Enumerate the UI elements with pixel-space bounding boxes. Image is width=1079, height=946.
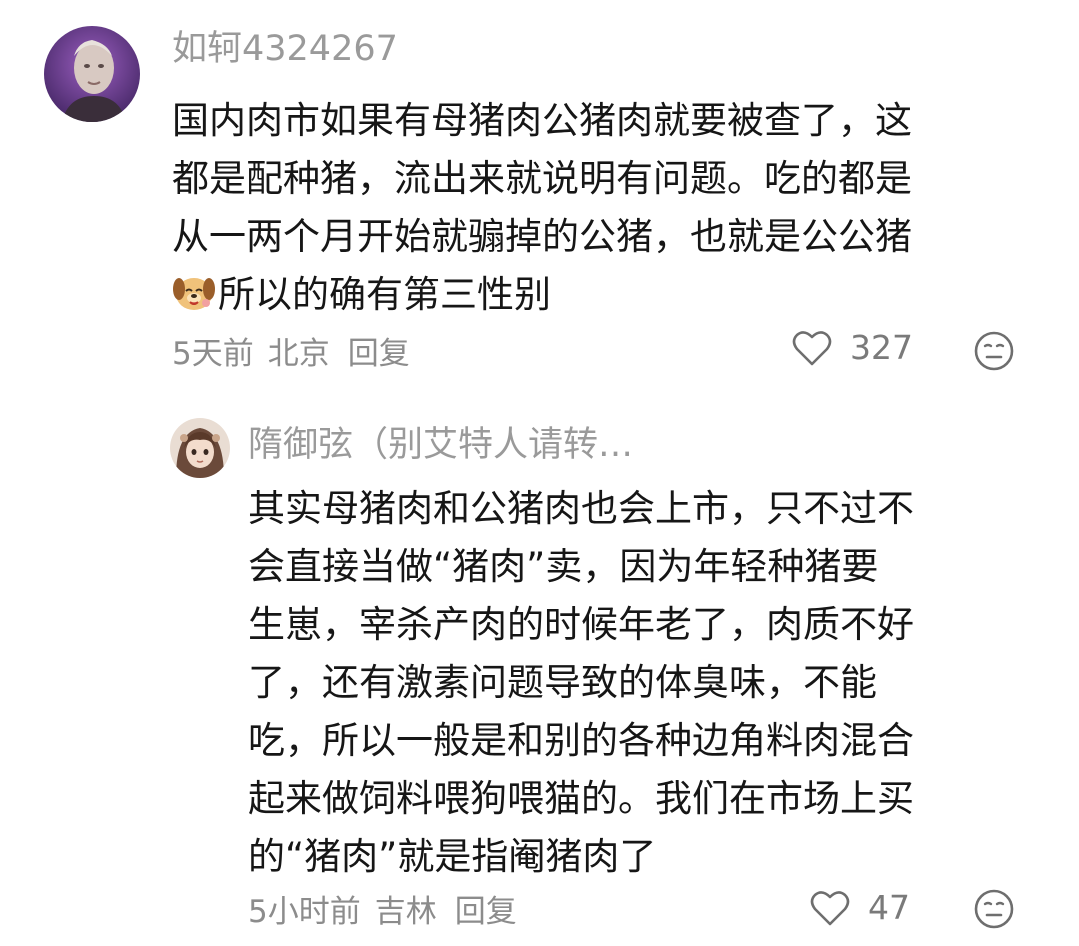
reply-button[interactable]: 回复 <box>348 336 410 372</box>
like-count: 327 <box>850 328 913 367</box>
heart-icon <box>792 330 832 365</box>
puppy-emoji-icon <box>173 278 215 310</box>
avatar[interactable] <box>44 26 140 122</box>
dislike-button[interactable] <box>973 888 1015 934</box>
reply-line: 其实母猪肉和公猪肉也会上市，只不过不 <box>248 487 914 530</box>
comment-line-text: 所以的确有第三性别 <box>218 273 551 316</box>
reply-time: 5小时前 <box>248 894 361 930</box>
reply-line: 了，还有激素问题导致的体臭味，不能 <box>248 661 877 704</box>
reply-meta: 5小时前 吉林 回复 <box>248 886 531 931</box>
comment-time: 5天前 <box>172 336 254 372</box>
comment-username[interactable]: 如轲4324267 <box>172 26 398 72</box>
dislike-button[interactable] <box>973 330 1015 376</box>
frown-face-icon <box>974 889 1014 929</box>
avatar[interactable] <box>170 418 230 478</box>
comment-line: 国内肉市如果有母猪肉公猪肉就要被查了，这 <box>172 99 912 142</box>
reply-body: 其实母猪肉和公猪肉也会上市，只不过不 会直接当做“猪肉”卖，因为年轻种猪要 生崽… <box>248 480 1038 886</box>
reply-line: 的“猪肉”就是指阉猪肉了 <box>248 835 657 878</box>
comment-item: 如轲4324267 国内肉市如果有母猪肉公猪肉就要被查了，这 都是配种猪，流出来… <box>0 0 1079 400</box>
reply-line: 会直接当做“猪肉”卖，因为年轻种猪要 <box>248 545 879 588</box>
reply-line: 吃，所以一般是和别的各种边角料肉混合 <box>248 719 914 762</box>
portrait-avatar-image <box>44 26 140 122</box>
like-button[interactable]: 47 <box>810 888 910 927</box>
reply-username[interactable]: 隋御弦（别艾特人请转… <box>248 420 768 470</box>
anime-girl-avatar-image <box>170 418 230 478</box>
comment-location: 北京 <box>267 336 330 372</box>
reply-item: 隋御弦（别艾特人请转… 其实母猪肉和公猪肉也会上市，只不过不 会直接当做“猪肉”… <box>0 400 1079 946</box>
reply-line: 起来做饲料喂狗喂猫的。我们在市场上买 <box>248 777 914 820</box>
reply-location: 吉林 <box>374 894 437 930</box>
comment-body: 国内肉市如果有母猪肉公猪肉就要被查了，这 都是配种猪，流出来就说明有问题。吃的都… <box>172 92 1042 324</box>
comment-line: 都是配种猪，流出来就说明有问题。吃的都是 <box>172 157 912 200</box>
comment-meta: 5天前 北京 回复 <box>172 328 424 373</box>
frown-face-icon <box>974 331 1014 371</box>
like-count: 47 <box>868 888 910 927</box>
comment-line: 所以的确有第三性别 <box>172 266 1042 324</box>
reply-button[interactable]: 回复 <box>455 894 517 930</box>
comment-line: 从一两个月开始就骟掉的公猪，也就是公公猪 <box>172 215 912 258</box>
heart-icon <box>810 890 850 925</box>
reply-line: 生崽，宰杀产肉的时候年老了，肉质不好 <box>248 603 914 646</box>
like-button[interactable]: 327 <box>792 328 913 367</box>
